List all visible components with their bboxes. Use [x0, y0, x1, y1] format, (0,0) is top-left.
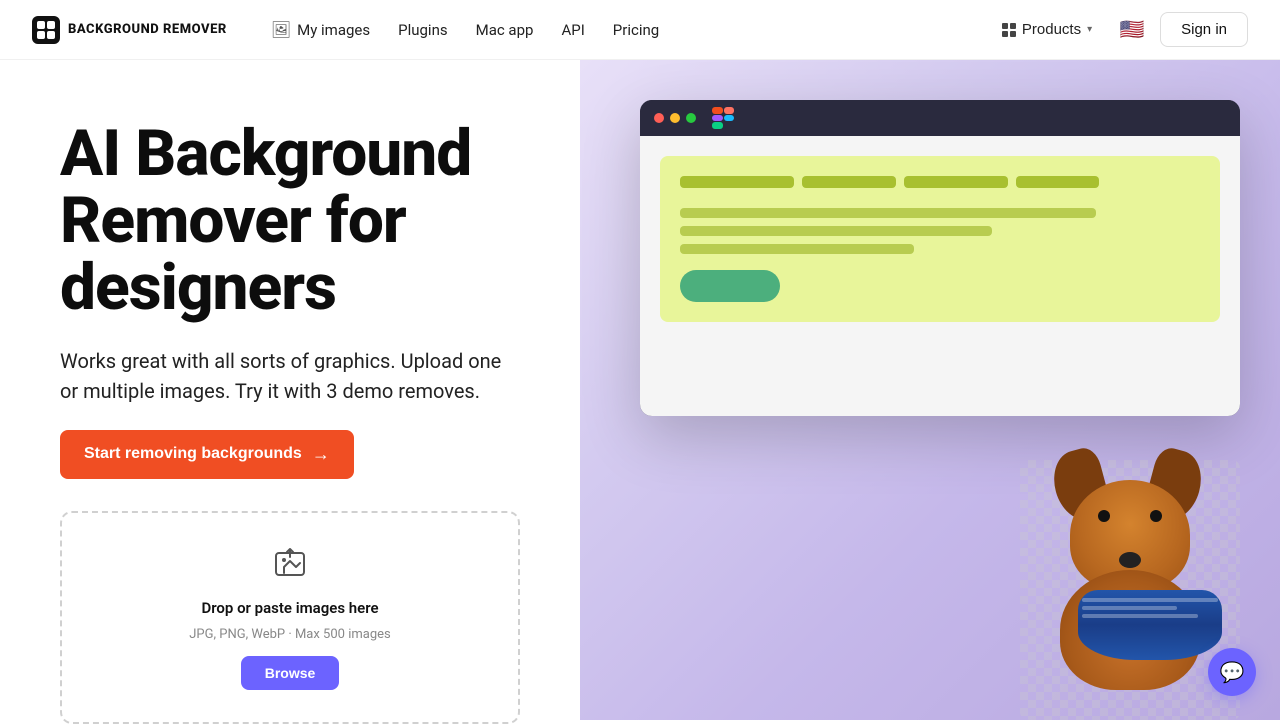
nav-my-images[interactable]: 🖼 My images	[259, 14, 382, 45]
chevron-down-icon: ▾	[1087, 24, 1092, 35]
window-controls	[654, 113, 696, 123]
upload-title: Drop or paste images here	[201, 599, 378, 617]
logo-text: BACKGROUND REMOVER	[68, 22, 227, 37]
design-card	[660, 156, 1220, 322]
close-dot	[654, 113, 664, 123]
nav-pricing[interactable]: Pricing	[601, 15, 671, 45]
dog-sweater	[1078, 590, 1222, 660]
browse-button[interactable]: Browse	[241, 656, 340, 690]
arrow-right-icon: →	[312, 444, 330, 465]
language-selector[interactable]: 🇺🇸	[1116, 14, 1148, 46]
hero-section: AI Background Remover for designers Work…	[0, 60, 580, 720]
maximize-dot	[686, 113, 696, 123]
flag-icon: 🇺🇸	[1120, 17, 1145, 42]
upload-subtitle: JPG, PNG, WebP · Max 500 images	[189, 627, 390, 642]
products-button[interactable]: Products ▾	[990, 15, 1104, 44]
titlebar	[640, 100, 1240, 136]
nav-links: 🖼 My images Plugins Mac app API Pricing	[259, 14, 990, 45]
nav-plugins[interactable]: Plugins	[386, 15, 459, 45]
minimize-dot	[670, 113, 680, 123]
logo-icon	[32, 16, 60, 44]
design-canvas	[640, 136, 1240, 416]
figma-icon	[712, 107, 734, 129]
chat-button[interactable]: 💬	[1208, 648, 1256, 696]
main-content: AI Background Remover for designers Work…	[0, 60, 1280, 720]
grid-icon	[1002, 23, 1016, 37]
chat-icon: 💬	[1220, 660, 1245, 685]
cta-button[interactable]: Start removing backgrounds →	[60, 430, 354, 479]
hero-image-area	[580, 60, 1280, 720]
nav-api[interactable]: API	[549, 15, 596, 45]
hero-title: AI Background Remover for designers	[60, 120, 520, 322]
logo[interactable]: BACKGROUND REMOVER	[32, 16, 227, 44]
upload-area[interactable]: Drop or paste images here JPG, PNG, WebP…	[60, 511, 520, 724]
design-mockup	[640, 100, 1240, 416]
upload-icon	[272, 545, 308, 589]
hero-subtitle: Works great with all sorts of graphics. …	[60, 346, 520, 406]
image-icon: 🖼	[271, 20, 291, 39]
dog-body	[1060, 570, 1200, 690]
nav-right: Products ▾ 🇺🇸 Sign in	[990, 12, 1248, 47]
signin-button[interactable]: Sign in	[1160, 12, 1248, 47]
navbar: BACKGROUND REMOVER 🖼 My images Plugins M…	[0, 0, 1280, 60]
nav-mac-app[interactable]: Mac app	[464, 15, 546, 45]
